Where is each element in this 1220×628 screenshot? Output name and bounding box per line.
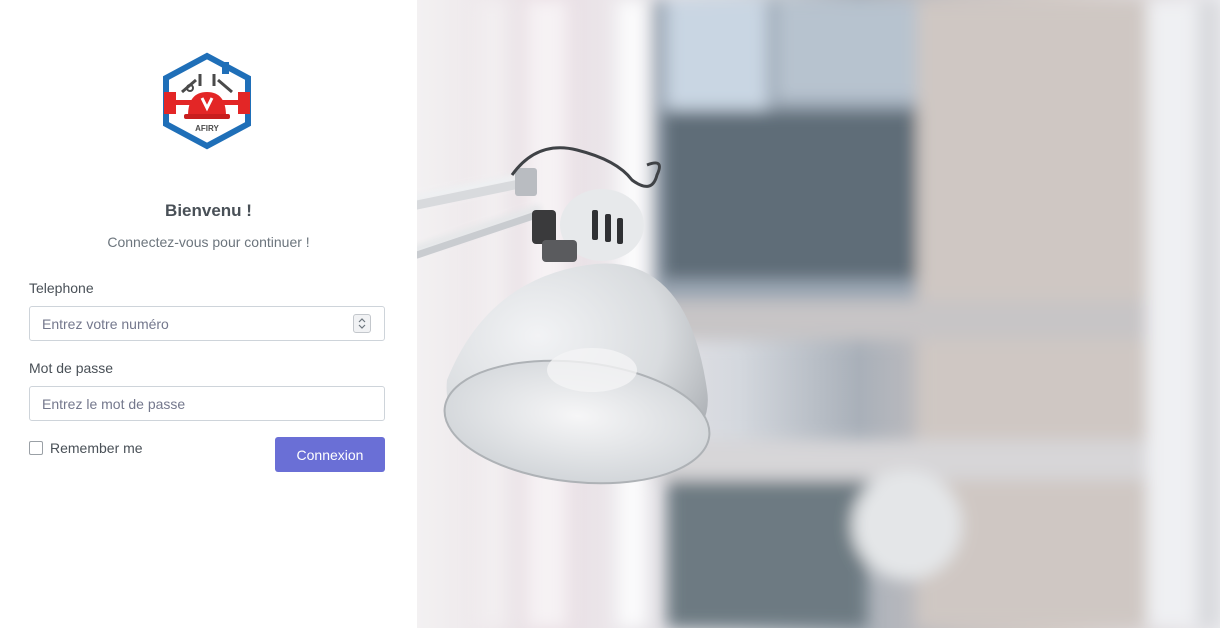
number-spinner-icon[interactable] xyxy=(353,314,371,333)
afiry-logo: AFIRY xyxy=(163,52,251,150)
remember-checkbox[interactable] xyxy=(29,441,43,455)
welcome-subtitle: Connectez-vous pour continuer ! xyxy=(107,234,310,250)
remember-label: Remember me xyxy=(50,440,143,456)
phone-input[interactable] xyxy=(29,306,385,341)
welcome-title: Bienvenu ! xyxy=(165,201,252,220)
password-label: Mot de passe xyxy=(29,360,114,376)
logo-text: AFIRY xyxy=(195,124,219,133)
hero-image xyxy=(417,0,1220,628)
login-panel: AFIRY Bienvenu ! Connectez-vous pour con… xyxy=(0,0,417,628)
lamp-photo xyxy=(417,0,1220,628)
login-button[interactable]: Connexion xyxy=(275,437,385,472)
phone-label: Telephone xyxy=(29,280,94,296)
password-input[interactable] xyxy=(29,386,385,421)
remember-me[interactable]: Remember me xyxy=(29,440,143,456)
